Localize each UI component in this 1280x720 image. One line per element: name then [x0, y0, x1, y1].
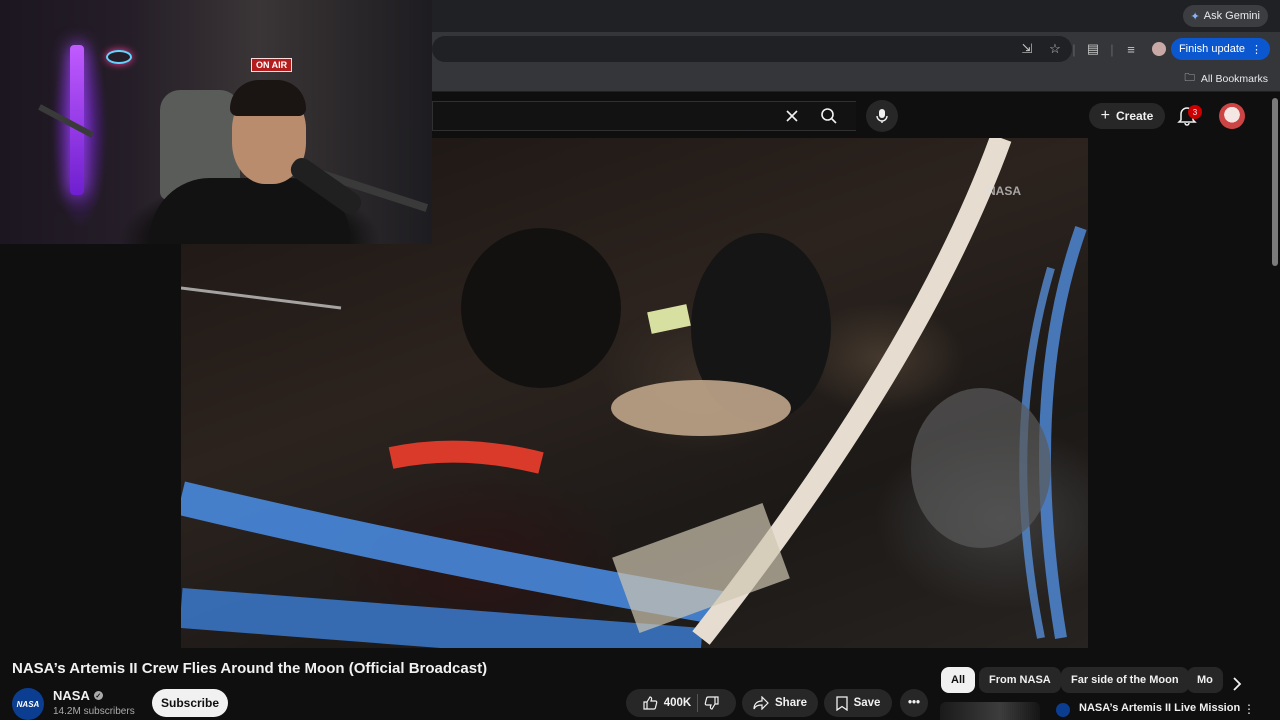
bookmark-icon	[835, 695, 848, 711]
reading-list-icon[interactable]: ≡	[1120, 38, 1142, 60]
nasa-watermark: NASA	[987, 184, 1022, 198]
subscribe-button[interactable]: Subscribe	[152, 689, 228, 717]
finish-update-button[interactable]: Finish update ⋮	[1170, 38, 1270, 60]
subscriber-count: 14.2M subscribers	[53, 706, 135, 717]
recommendation-more-icon[interactable]: ⋮	[1242, 702, 1256, 716]
more-horizontal-icon: •••	[907, 697, 921, 709]
ask-gemini-button[interactable]: ✦ Ask Gemini	[1182, 5, 1268, 27]
recommended-channel-icon	[1056, 703, 1070, 717]
chip-more-truncated[interactable]: Mo	[1187, 667, 1223, 693]
streamer-webcam-overlay: ON AIR	[0, 0, 432, 244]
more-actions-button[interactable]: •••	[900, 689, 928, 717]
on-air-sign: ON AIR	[251, 58, 293, 72]
scrollbar-thumb[interactable]	[1272, 98, 1278, 266]
clear-search-icon[interactable]	[780, 104, 804, 128]
profile-avatar-icon[interactable]	[1148, 38, 1170, 60]
microphone-icon	[876, 109, 888, 123]
chevron-right-icon	[1233, 677, 1242, 691]
chip-far-side-of-the-moon[interactable]: Far side of the Moon	[1061, 667, 1189, 693]
recommended-video-title[interactable]: NASA’s Artemis II Live Mission	[1079, 702, 1240, 714]
all-bookmarks-button[interactable]: 🗀 All Bookmarks	[1184, 70, 1268, 88]
more-vert-icon: ⋮	[1251, 43, 1262, 56]
voice-search-button[interactable]	[866, 100, 898, 132]
search-icon	[821, 108, 837, 124]
ask-gemini-label: Ask Gemini	[1203, 10, 1260, 22]
dislike-button[interactable]	[704, 695, 720, 711]
streamer-hair	[230, 80, 306, 116]
like-divider	[697, 694, 699, 712]
save-button[interactable]: Save	[824, 689, 892, 717]
folder-icon: 🗀	[1184, 72, 1195, 84]
video-title: NASA’s Artemis II Crew Flies Around the …	[12, 660, 488, 677]
like-button[interactable]: 400K	[642, 695, 692, 711]
like-dislike-group: 400K	[626, 689, 736, 717]
chip-all[interactable]: All	[941, 667, 976, 693]
notification-count-badge: 3	[1188, 105, 1202, 119]
plus-icon: +	[1100, 107, 1110, 124]
verified-check-icon: ✓	[93, 691, 103, 700]
all-bookmarks-label: All Bookmarks	[1200, 73, 1268, 85]
thumbs-down-icon	[704, 696, 719, 710]
divider: |	[1110, 41, 1114, 57]
side-panel-icon[interactable]: ▤	[1082, 38, 1104, 60]
account-avatar[interactable]	[1219, 103, 1245, 129]
address-bar[interactable]	[432, 36, 1072, 62]
channel-name: NASA	[53, 688, 90, 703]
finish-update-label: Finish update	[1178, 43, 1245, 55]
toolbar-icons: ⇲ ☆ | ▤ | ≡	[1016, 38, 1170, 60]
boom-arm-left	[38, 104, 94, 138]
search-button[interactable]	[806, 101, 852, 131]
chips-next-button[interactable]	[1224, 672, 1250, 696]
chip-from-nasa[interactable]: From NASA	[979, 667, 1061, 693]
neon-ufo-sign	[106, 50, 132, 64]
bookmark-star-icon[interactable]: ☆	[1044, 38, 1066, 60]
thumbs-up-icon	[643, 696, 658, 710]
share-button[interactable]: Share	[742, 689, 818, 717]
channel-avatar[interactable]: NASA	[12, 688, 44, 720]
install-app-icon[interactable]: ⇲	[1016, 38, 1038, 60]
channel-name-link[interactable]: NASA ✓	[53, 688, 103, 703]
create-label: Create	[1115, 109, 1154, 123]
share-arrow-icon	[753, 696, 769, 710]
gemini-sparkle-icon: ✦	[1190, 10, 1200, 23]
save-label: Save	[853, 697, 881, 709]
share-label: Share	[775, 697, 807, 709]
recommended-video-thumbnail[interactable]	[940, 702, 1040, 720]
divider: |	[1072, 41, 1076, 57]
create-button[interactable]: + Create	[1089, 103, 1165, 129]
like-count: 400K	[663, 697, 692, 709]
